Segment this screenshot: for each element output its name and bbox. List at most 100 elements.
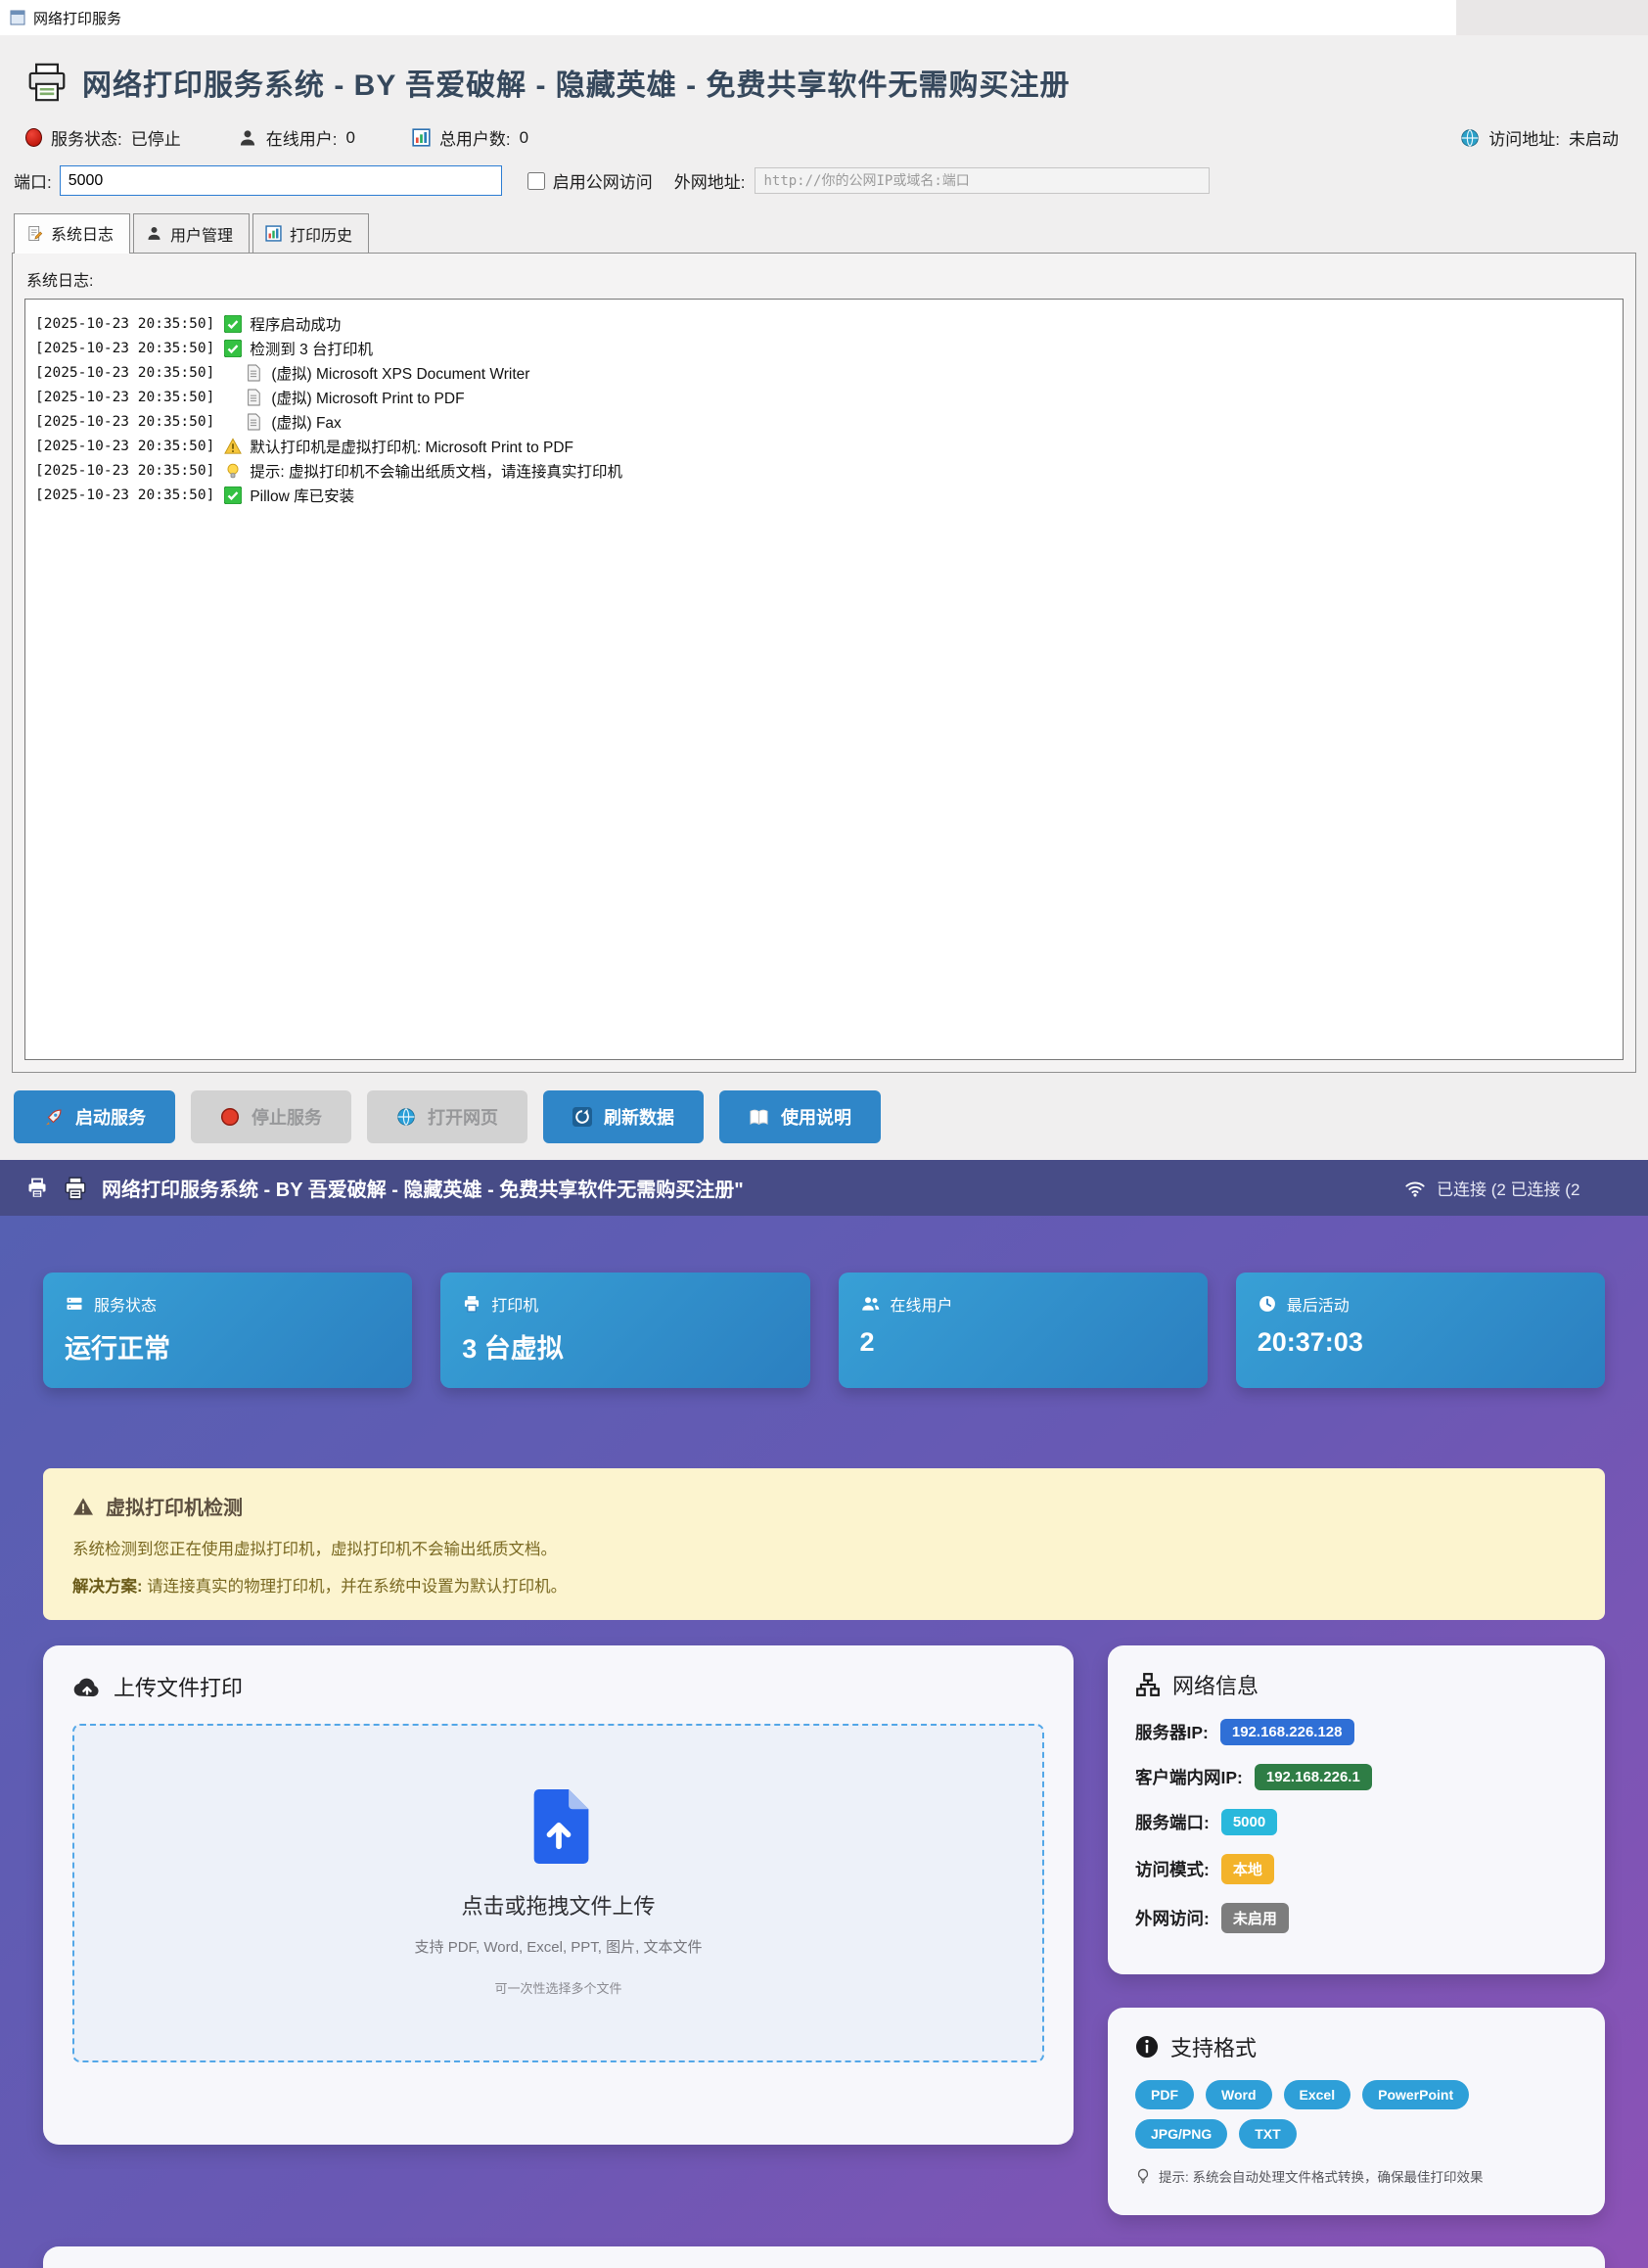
wan-access-badge: 未启用 xyxy=(1221,1903,1289,1933)
warning-solution-text: 请连接真实的物理打印机，并在系统中设置为默认打印机。 xyxy=(147,1578,567,1596)
help-button[interactable]: 使用说明 xyxy=(719,1090,881,1143)
cloud-upload-icon xyxy=(72,1675,102,1698)
card-printers: 打印机 3 台虚拟 xyxy=(440,1273,809,1388)
window-title: 网络打印服务 xyxy=(33,8,121,28)
bar-chart-icon xyxy=(412,128,431,147)
print-history-panel: 打印历史 xyxy=(43,2246,1605,2268)
tab-label: 系统日志 xyxy=(51,221,114,245)
rocket-icon xyxy=(43,1107,64,1128)
log-area-label: 系统日志: xyxy=(26,267,1624,291)
web-page-title: 网络打印服务系统 - BY 吾爱破解 - 隐藏英雄 - 免费共享软件无需购买注册… xyxy=(102,1174,1390,1202)
button-label: 停止服务 xyxy=(252,1104,322,1130)
bar-chart-icon xyxy=(265,225,282,242)
button-label: 打开网页 xyxy=(428,1104,498,1130)
info-icon xyxy=(1135,2035,1159,2059)
dropzone-title: 点击或拖拽文件上传 xyxy=(461,1889,655,1921)
open-webpage-button[interactable]: 打开网页 xyxy=(367,1090,527,1143)
dropzone-note: 可一次性选择多个文件 xyxy=(494,1978,621,1997)
network-row-label: 客户端内网IP: xyxy=(1135,1765,1243,1789)
lightbulb-icon xyxy=(1135,2168,1151,2184)
card-online-users: 在线用户 2 xyxy=(839,1273,1208,1388)
port-input[interactable] xyxy=(60,165,502,196)
window-titlebar: 网络打印服务 xyxy=(0,0,1648,35)
tab-print-history[interactable]: 打印历史 xyxy=(252,213,369,253)
document-icon xyxy=(246,364,263,382)
log-message: 默认打印机是虚拟打印机: Microsoft Print to PDF xyxy=(250,436,573,457)
log-timestamp: [2025-10-23 20:35:50] xyxy=(35,414,214,430)
service-status-value: 已停止 xyxy=(131,125,181,150)
external-address-label: 外网地址: xyxy=(674,168,746,193)
server-ip-badge: 192.168.226.128 xyxy=(1220,1719,1354,1745)
access-address-value: 未启动 xyxy=(1569,125,1619,150)
format-tip-text: 提示: 系统会自动处理文件格式转换，确保最佳打印效果 xyxy=(1159,2166,1484,2186)
connection-status: 已连接 (2 已连接 (2 xyxy=(1403,1176,1648,1200)
network-row-label: 服务端口: xyxy=(1135,1810,1210,1834)
book-icon xyxy=(749,1108,769,1127)
tab-strip: 系统日志 用户管理 打印历史 xyxy=(12,213,1636,253)
globe-icon xyxy=(1460,128,1480,148)
log-timestamp: [2025-10-23 20:35:50] xyxy=(35,390,214,405)
log-entry: [2025-10-23 20:35:50] 提示: 虚拟打印机不会输出纸质文档，… xyxy=(35,458,1613,483)
wifi-icon xyxy=(1403,1178,1427,1199)
card-label: 最后活动 xyxy=(1287,1292,1350,1316)
log-message: 提示: 虚拟打印机不会输出纸质文档，请连接真实打印机 xyxy=(250,460,622,482)
warning-solution-label: 解决方案: xyxy=(72,1578,143,1596)
log-timestamp: [2025-10-23 20:35:50] xyxy=(35,439,214,454)
network-row-label: 外网访问: xyxy=(1135,1906,1210,1930)
network-info-panel: 网络信息 服务器IP: 192.168.226.128 客户端内网IP: 192… xyxy=(1108,1645,1605,1974)
warning-text: 系统检测到您正在使用虚拟打印机，虚拟打印机不会输出纸质文档。 xyxy=(72,1536,1576,1559)
format-pills: PDF Word Excel PowerPoint JPG/PNG TXT xyxy=(1135,2080,1562,2149)
card-service-status: 服务状态 运行正常 xyxy=(43,1273,412,1388)
refresh-data-button[interactable]: 刷新数据 xyxy=(543,1090,704,1143)
format-pill: TXT xyxy=(1239,2119,1296,2149)
user-icon xyxy=(238,128,257,148)
format-pill: Excel xyxy=(1284,2080,1351,2109)
log-timestamp: [2025-10-23 20:35:50] xyxy=(35,487,214,503)
card-value: 2 xyxy=(860,1327,1186,1358)
lightbulb-icon xyxy=(224,462,242,480)
log-message: 检测到 3 台打印机 xyxy=(250,338,373,359)
network-row: 服务端口: 5000 xyxy=(1135,1809,1578,1835)
card-label: 打印机 xyxy=(491,1292,538,1316)
upload-panel-title: 上传文件打印 xyxy=(114,1671,243,1702)
warning-triangle-icon xyxy=(72,1497,94,1516)
service-status: 服务状态: 已停止 xyxy=(25,125,181,150)
stop-service-button[interactable]: 停止服务 xyxy=(191,1090,351,1143)
online-users-label: 在线用户: xyxy=(266,125,338,150)
network-icon xyxy=(1135,1672,1161,1697)
supported-formats-panel: 支持格式 PDF Word Excel PowerPoint JPG/PNG T… xyxy=(1108,2008,1605,2215)
log-message: (虚拟) Microsoft Print to PDF xyxy=(271,387,464,408)
system-log-panel: 系统日志: [2025-10-23 20:35:50] 程序启动成功 [2025… xyxy=(12,253,1636,1073)
online-users-value: 0 xyxy=(345,128,354,148)
dropzone-subtitle: 支持 PDF, Word, Excel, PPT, 图片, 文本文件 xyxy=(415,1936,703,1957)
web-preview: 网络打印服务系统 - BY 吾爱破解 - 隐藏英雄 - 免费共享软件无需购买注册… xyxy=(0,1160,1648,2268)
network-row: 服务器IP: 192.168.226.128 xyxy=(1135,1719,1578,1745)
log-message: Pillow 库已安装 xyxy=(250,485,354,506)
refresh-icon xyxy=(572,1107,592,1127)
port-label: 端口: xyxy=(14,168,52,193)
stopped-status-icon xyxy=(25,128,42,147)
total-users-label: 总用户数: xyxy=(439,125,511,150)
clock-icon xyxy=(1258,1294,1277,1314)
online-users-status: 在线用户: 0 xyxy=(238,125,355,150)
upload-panel: 上传文件打印 点击或拖拽文件上传 支持 PDF, Word, Excel, PP… xyxy=(43,1645,1074,2145)
tab-user-management[interactable]: 用户管理 xyxy=(133,213,250,253)
external-address-input[interactable] xyxy=(755,167,1210,194)
public-access-checkbox[interactable] xyxy=(527,172,545,190)
printer-icon xyxy=(25,1177,49,1200)
warning-triangle-icon xyxy=(224,438,242,455)
log-timestamp: [2025-10-23 20:35:50] xyxy=(35,463,214,479)
card-value: 20:37:03 xyxy=(1258,1327,1583,1358)
warning-title: 虚拟打印机检测 xyxy=(106,1492,243,1520)
file-dropzone[interactable]: 点击或拖拽文件上传 支持 PDF, Word, Excel, PPT, 图片, … xyxy=(72,1724,1044,2062)
user-icon xyxy=(146,225,162,242)
titlebar-corner-region xyxy=(1456,0,1648,35)
action-buttons: 启动服务 停止服务 打开网页 刷新数据 使用说明 xyxy=(12,1090,1636,1143)
tab-label: 用户管理 xyxy=(170,222,233,246)
log-entry: [2025-10-23 20:35:50] 默认打印机是虚拟打印机: Micro… xyxy=(35,434,1613,458)
start-service-button[interactable]: 启动服务 xyxy=(14,1090,175,1143)
tab-system-log[interactable]: 系统日志 xyxy=(14,213,130,254)
network-row: 外网访问: 未启用 xyxy=(1135,1903,1578,1933)
access-mode-badge: 本地 xyxy=(1221,1854,1274,1884)
log-textarea[interactable]: [2025-10-23 20:35:50] 程序启动成功 [2025-10-23… xyxy=(24,299,1624,1060)
